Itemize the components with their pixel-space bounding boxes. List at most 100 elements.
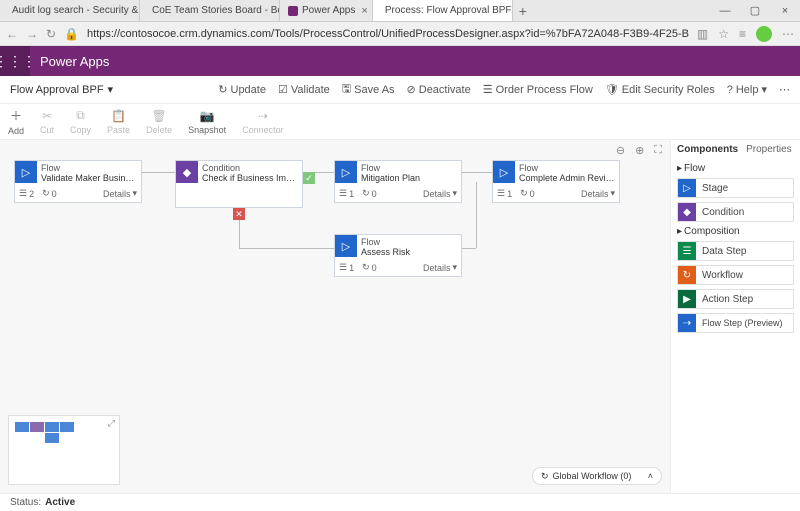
save-as-button[interactable]: 🖫 Save As [342,80,395,99]
order-process-button[interactable]: ☰ Order Process Flow [483,80,593,99]
tab-properties[interactable]: Properties [746,144,792,155]
card-type: Condition [202,163,298,173]
section-composition[interactable]: ▸ Composition [677,226,794,237]
component-action-step[interactable]: ▶Action Step [677,289,794,309]
duration: ↻ 0 [520,188,535,199]
tab-label: Audit log search - Security & C [12,5,140,16]
card-name: Check if Business Impact is High [202,173,298,183]
steps-count: ☰ 2 [19,188,34,199]
favorites-list-icon[interactable]: ≡ [739,27,746,41]
browser-tab-active[interactable]: Process: Flow Approval BPF - M× [373,0,513,21]
condition-card[interactable]: ◆ Condition Check if Business Impact is … [175,160,303,208]
flow-icon: ▷ [493,161,515,183]
minimap[interactable]: ⤢ [8,415,120,485]
cut-button[interactable]: ✂Cut [40,109,54,135]
steps-count: ☰ 1 [339,188,354,199]
steps-count: ☰ 1 [497,188,512,199]
stage-icon: ▷ [678,179,696,197]
details-toggle[interactable]: Details ▾ [581,188,615,199]
data-step-icon: ☰ [678,242,696,260]
url-field[interactable]: https://contosocoe.crm.dynamics.com/Tool… [87,28,689,40]
copy-button[interactable]: ⧉Copy [70,108,91,135]
process-name[interactable]: Flow Approval BPF▾ [10,83,113,96]
details-toggle[interactable]: Details ▾ [103,188,137,199]
component-stage[interactable]: ▷Stage [677,178,794,198]
connector-button[interactable]: ⇢Connector [242,109,284,135]
validate-button[interactable]: ☑ Validate [278,80,330,99]
flow-icon: ▷ [335,161,357,183]
fit-icon[interactable]: ⛶ [654,144,662,157]
browser-tab[interactable]: Audit log search - Security & C× [0,0,140,21]
update-button[interactable]: ↻ Update [218,80,266,99]
favorite-icon[interactable]: ☆ [718,27,729,41]
deactivate-button[interactable]: ⊘ Deactivate [407,80,471,99]
component-condition[interactable]: ◆Condition [677,202,794,222]
overflow-icon[interactable]: ⋯ [779,80,790,99]
chevron-up-icon: ˄ [648,471,653,481]
designer-canvas[interactable]: ⊖ ⊕ ⛶ ▷ Flow Validate Maker Business Req… [0,140,670,493]
new-tab-button[interactable]: + [513,0,533,21]
card-name: Assess Risk [361,247,410,257]
global-workflow-toggle[interactable]: ↻ Global Workflow (0) ˄ [532,467,662,485]
flow-stage-card[interactable]: ▷ Flow Assess Risk ☰ 1 ↻ 0 Details ▾ [334,234,462,277]
zoom-in-icon[interactable]: ⊕ [635,144,644,157]
yes-branch-icon: ✓ [303,172,315,184]
reader-icon[interactable]: ▥ [697,27,708,41]
status-label: Status: [10,497,41,508]
duration: ↻ 0 [362,188,377,199]
browser-tab[interactable]: Power Apps× [280,0,373,21]
help-button[interactable]: ? Help ▾ [727,80,767,99]
tab-label: Process: Flow Approval BPF - M [385,5,513,16]
condition-icon: ◆ [678,203,696,221]
forward-icon[interactable]: → [26,27,38,41]
flow-icon: ▷ [335,235,357,257]
action-step-icon: ▶ [678,290,696,308]
address-bar: ← → ↻ 🔒 https://contosocoe.crm.dynamics.… [0,22,800,46]
browser-tab[interactable]: CoE Team Stories Board - Boards× [140,0,280,21]
back-icon[interactable]: ← [6,27,18,41]
snapshot-button[interactable]: 📷Snapshot [188,109,226,135]
section-flow[interactable]: ▸ Flow [677,163,794,174]
flow-step-icon: ⇢ [678,314,696,332]
global-workflow-label: Global Workflow (0) [553,471,632,481]
paste-button[interactable]: 📋Paste [107,109,130,135]
expand-icon[interactable]: ⤢ [108,418,115,429]
lock-icon: 🔒 [64,27,79,41]
card-name: Mitigation Plan [361,173,420,183]
workflow-icon: ↻ [541,471,549,482]
app-bar: ⋮⋮⋮ Power Apps [0,46,800,76]
status-value: Active [45,497,75,508]
component-flow-step[interactable]: ⇢Flow Step (Preview) [677,313,794,333]
refresh-icon[interactable]: ↻ [46,27,56,41]
component-workflow[interactable]: ↻Workflow [677,265,794,285]
edit-security-button[interactable]: 🛡 Edit Security Roles [605,80,715,99]
avatar[interactable] [756,26,772,42]
toolbar: ＋Add ✂Cut ⧉Copy 📋Paste 🗑Delete 📷Snapshot… [0,104,800,140]
delete-button[interactable]: 🗑Delete [146,109,172,135]
waffle-icon[interactable]: ⋮⋮⋮ [0,46,30,76]
close-icon[interactable]: × [361,5,367,17]
duration: ↻ 0 [42,188,57,199]
maximize-icon[interactable]: ▢ [740,0,770,21]
card-type: Flow [41,163,137,173]
command-bar: Flow Approval BPF▾ ↻ Update ☑ Validate 🖫… [0,76,800,104]
tab-components[interactable]: Components [677,144,738,155]
menu-icon[interactable]: ⋯ [782,27,794,41]
component-data-step[interactable]: ☰Data Step [677,241,794,261]
condition-icon: ◆ [176,161,198,183]
flow-stage-card[interactable]: ▷ Flow Complete Admin Review ☰ 1 ↻ 0 Det… [492,160,620,203]
details-toggle[interactable]: Details ▾ [423,188,457,199]
workflow-icon: ↻ [678,266,696,284]
flow-stage-card[interactable]: ▷ Flow Validate Maker Business Require… … [14,160,142,203]
flow-stage-card[interactable]: ▷ Flow Mitigation Plan ☰ 1 ↻ 0 Details ▾ [334,160,462,203]
close-window-icon[interactable]: × [770,0,800,21]
card-name: Validate Maker Business Require… [41,173,137,183]
add-button[interactable]: ＋Add [8,107,24,136]
details-toggle[interactable]: Details ▾ [423,262,457,273]
zoom-out-icon[interactable]: ⊖ [616,144,625,157]
minimize-icon[interactable]: — [710,0,740,21]
steps-count: ☰ 1 [339,262,354,273]
duration: ↻ 0 [362,262,377,273]
components-panel: Components Properties ▸ Flow ▷Stage ◆Con… [670,140,800,493]
chevron-down-icon: ▾ [108,83,114,96]
